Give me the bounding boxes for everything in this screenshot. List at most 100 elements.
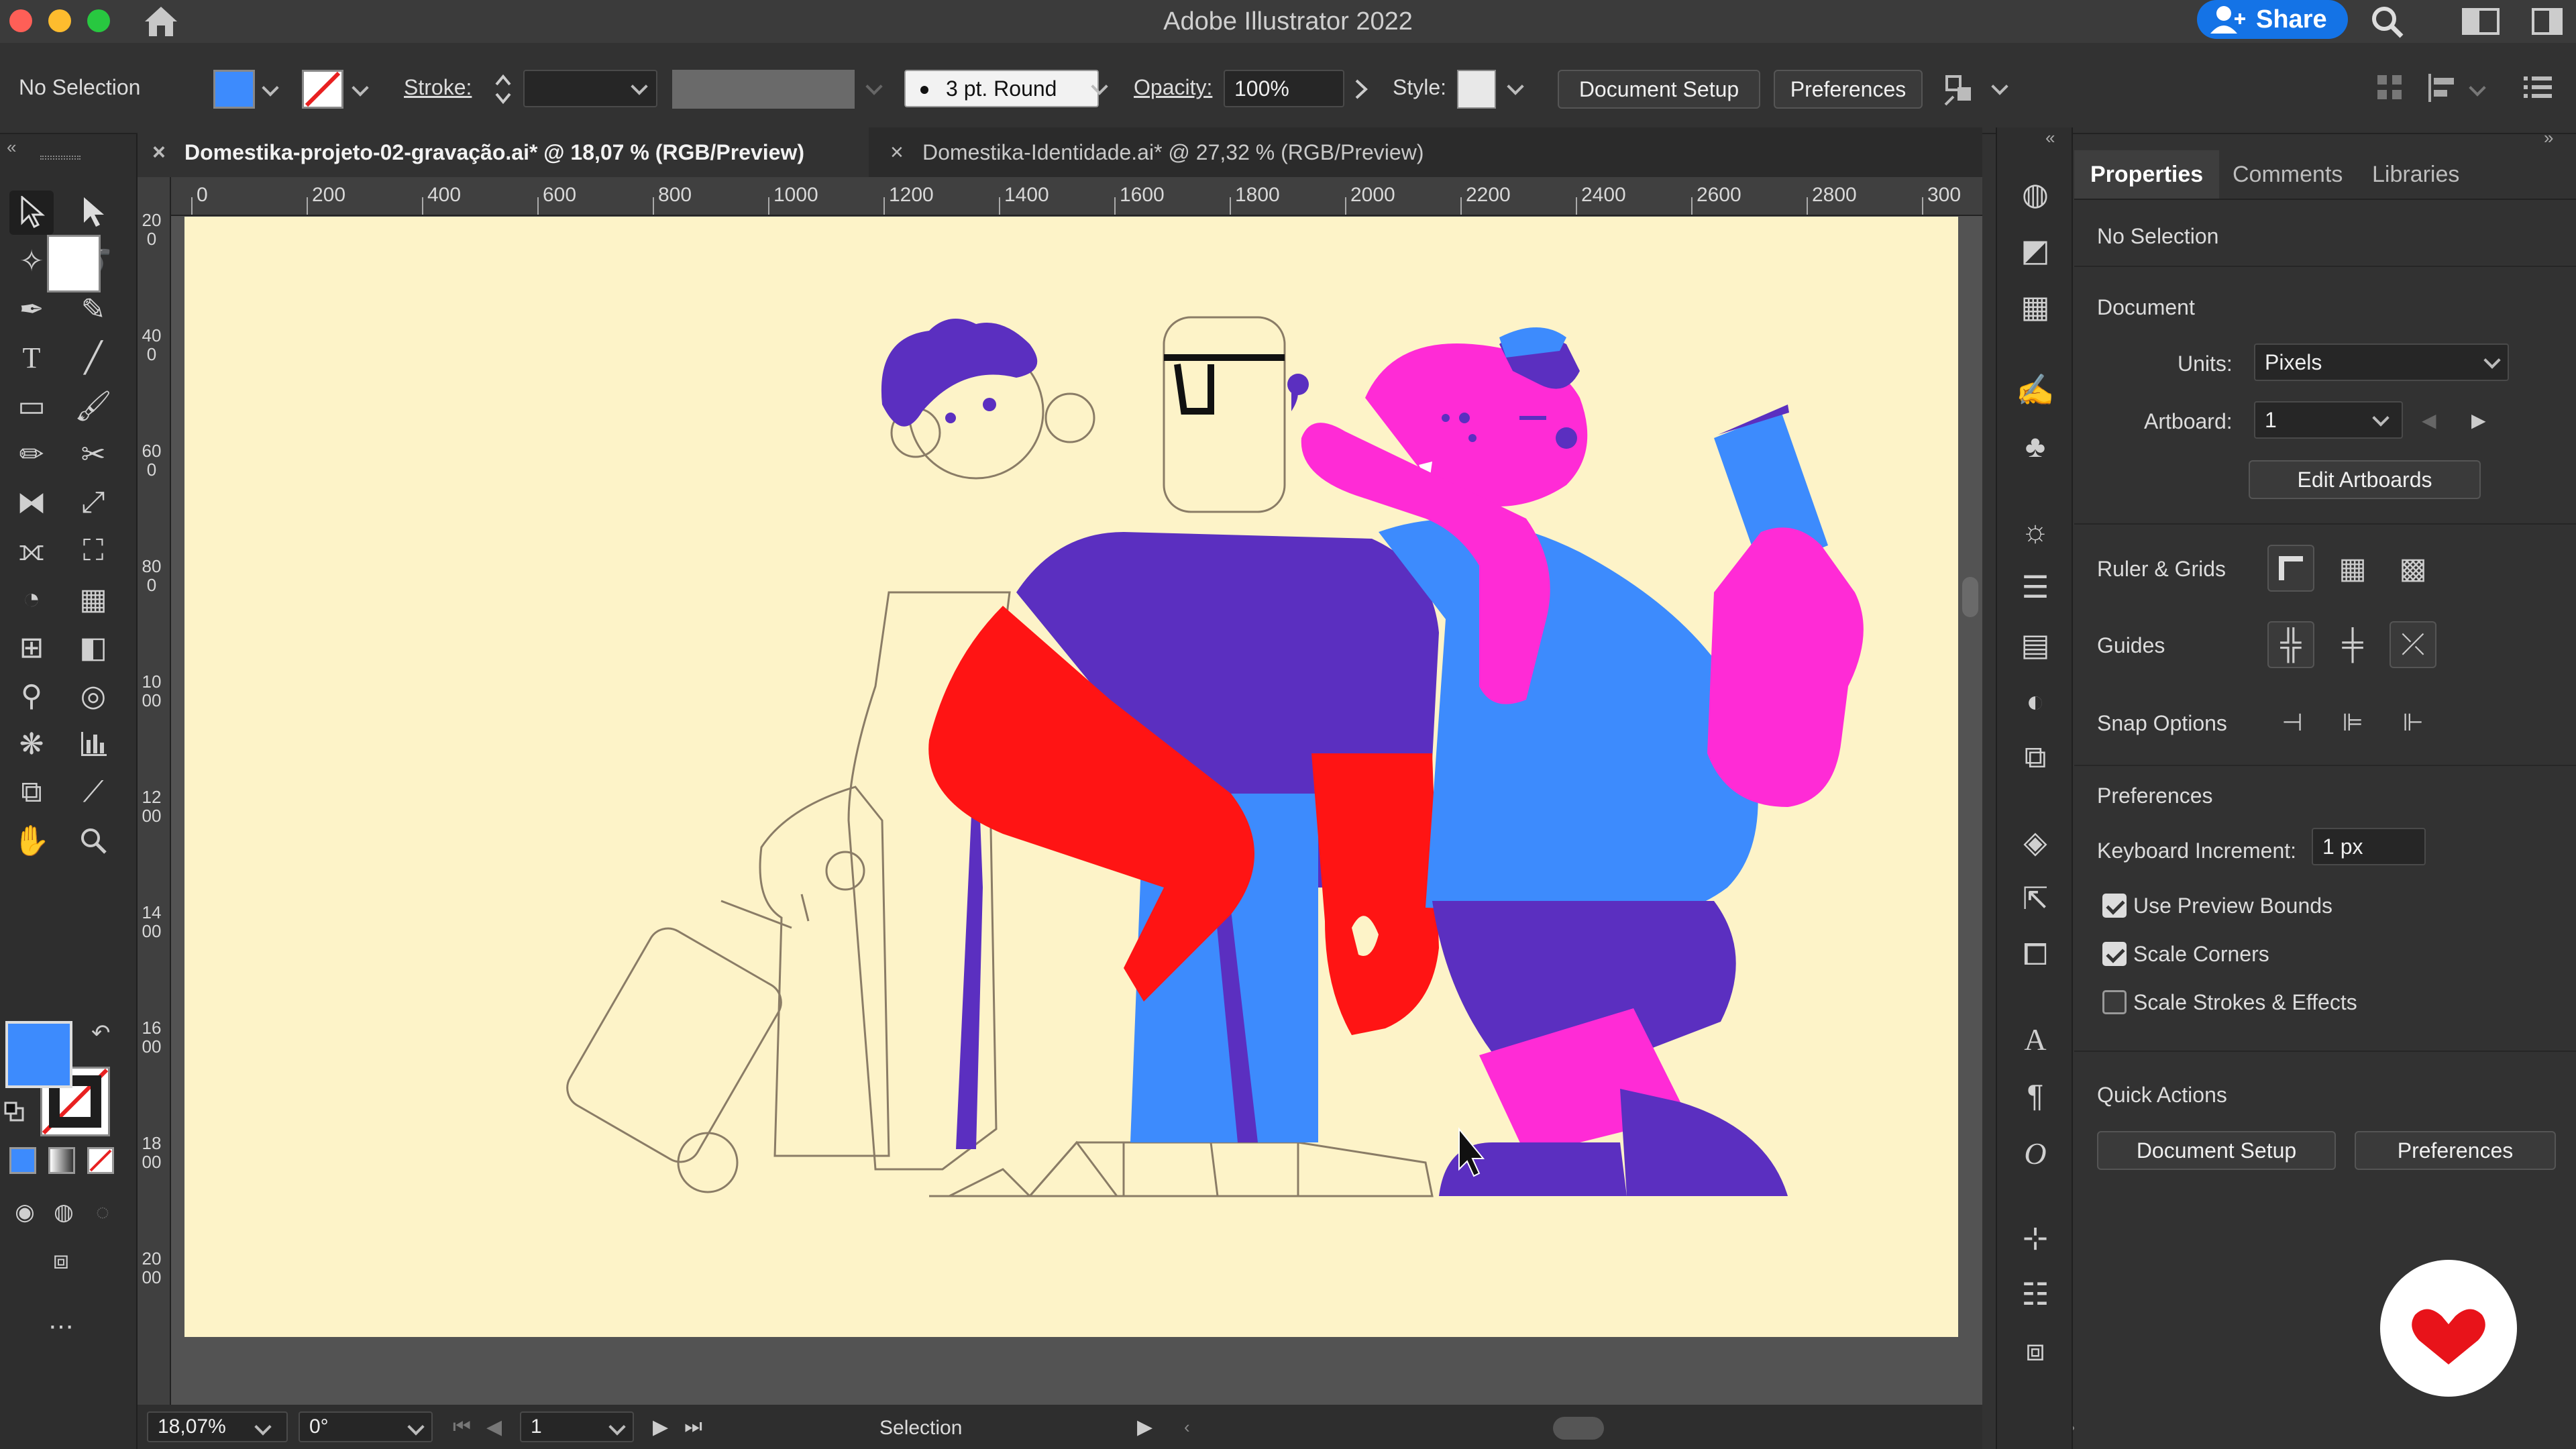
layers-icon[interactable]: ◈ [2010,818,2060,865]
next-artboard-panel-icon[interactable]: ▶ [2471,409,2486,431]
vertical-scrollbar[interactable] [1962,195,1978,1395]
illustration[interactable] [184,217,1958,1337]
previous-artboard-panel-icon[interactable]: ◀ [2422,409,2436,431]
brushes-icon[interactable]: ✍ [2010,366,2060,413]
none-mode-icon[interactable] [87,1147,114,1174]
preferences-button[interactable]: Preferences [1774,70,1923,109]
pathfinder-icon[interactable]: ⧈ [2010,1327,2060,1374]
transparency-grid-icon[interactable]: ▩ [2390,545,2436,592]
vertical-scroll-thumb[interactable] [1962,577,1978,617]
align-grid-icon[interactable] [2375,72,2406,103]
graphic-style-swatch[interactable] [1457,70,1496,109]
collapse-toolbar-icon[interactable]: « [7,137,16,158]
gradient-panel-icon[interactable]: ▤ [2010,621,2060,668]
scale-strokes-checkbox[interactable] [2102,990,2127,1014]
slice-tool-icon[interactable]: ⟋ [71,770,115,814]
transparency-icon[interactable]: ◐ [2010,678,2060,724]
transform-icon[interactable]: ⊹ [2010,1214,2060,1261]
export-icon[interactable]: ⇱ [2010,875,2060,922]
snap-to-glyph-icon[interactable]: ⊩ [2390,699,2436,746]
tab-libraries[interactable]: Libraries [2356,150,2475,199]
menu-icon[interactable] [2522,74,2553,101]
tab-domestika-identidade[interactable]: × Domestika-Identidade.ai* @ 27,32 % (RG… [875,127,1580,177]
selection-tool-icon[interactable] [9,191,54,235]
first-artboard-icon[interactable]: ⏮ [453,1415,471,1438]
variable-width-profile[interactable] [672,70,855,109]
lock-guides-icon[interactable]: ╪ [2329,621,2376,668]
line-segment-tool-icon[interactable]: ╱ [71,335,115,380]
scale-tool-icon[interactable]: ⤢ [71,480,115,525]
character-icon[interactable]: A [2010,1016,2060,1063]
perspective-grid-tool-icon[interactable]: ▦ [71,577,115,621]
stroke-weight-stepper[interactable] [491,68,515,110]
horizontal-ruler[interactable]: 0 200 400 600 800 1000 1200 1400 1600 1800 2000 220… [171,177,1982,216]
tab-properties[interactable]: Properties [2074,150,2220,199]
eyedropper-tool-icon[interactable]: ⚲ [9,674,54,718]
last-artboard-icon[interactable]: ⏭ [684,1415,702,1438]
opacity-field[interactable]: 100% [1224,70,1344,107]
document-setup-button[interactable]: Document Setup [1558,70,1760,109]
default-fill-stroke-icon[interactable] [4,1102,24,1122]
fill-color-swatch[interactable] [213,70,255,109]
shape-builder-tool-icon[interactable]: ◔ [9,577,54,621]
gradient-mode-icon[interactable] [48,1147,75,1174]
edit-artboards-button[interactable]: Edit Artboards [2249,460,2481,499]
smart-guides-icon[interactable]: ⤫ [2390,621,2436,668]
arrange-documents-icon[interactable] [1943,71,1980,107]
column-graph-tool-icon[interactable] [71,722,115,766]
stroke-color-swatch[interactable] [302,70,343,109]
grid-icon[interactable]: ▦ [2329,545,2376,592]
color-icon[interactable]: ◩ [2010,227,2060,274]
pencil-tool-icon[interactable]: ✏ [9,432,54,476]
blend-tool-icon[interactable]: ◎ [71,674,115,718]
style-dropdown-icon[interactable] [1507,78,1524,95]
rulers-icon[interactable] [2267,545,2314,592]
stroke-dropdown-icon[interactable] [352,79,369,97]
expand-dock-icon[interactable]: « [2045,127,2055,148]
align-left-icon[interactable] [2426,72,2459,103]
align-panel-icon[interactable]: ☷ [2010,1271,2060,1318]
previous-artboard-icon[interactable]: ◀ [486,1415,502,1439]
swatches-icon[interactable]: ▦ [2010,283,2060,330]
horizontal-scrollbar[interactable]: ‹ › [1177,1410,2090,1444]
draw-inside-icon[interactable]: ◌ [80,1190,125,1234]
horizontal-scroll-thumb[interactable] [1553,1417,1604,1440]
draw-behind-icon[interactable]: ◍ [42,1190,86,1234]
scissors-tool-icon[interactable]: ✂ [71,432,115,476]
hand-tool-icon[interactable]: ✋ [9,818,54,863]
paintbrush-tool-icon[interactable]: 🖌 [71,384,115,428]
fill-color-big-swatch[interactable] [5,1021,72,1088]
direct-selection-tool-icon[interactable] [71,191,115,235]
tab-comments[interactable]: Comments [2216,150,2359,199]
stroke-label[interactable]: Stroke: [404,75,472,100]
close-tab-icon[interactable]: × [152,127,166,177]
artboard-tool-icon[interactable]: ⧉ [9,770,54,814]
align-dropdown-icon[interactable] [2469,79,2486,97]
scroll-left-icon[interactable]: ‹ [1184,1417,1190,1438]
zoom-tool-icon[interactable] [71,818,115,863]
show-guides-icon[interactable]: ╬ [2267,621,2314,668]
artboards-icon[interactable]: ⧠ [2010,931,2060,978]
keyboard-increment-field[interactable]: 1 px [2312,828,2426,865]
symbols-icon[interactable]: ♣ [2010,423,2060,470]
quick-preferences-button[interactable]: Preferences [2355,1131,2556,1170]
stroke-panel-icon[interactable]: ☰ [2010,564,2060,610]
gradient-tool-icon[interactable]: ◧ [71,625,115,669]
fill-dropdown-icon[interactable] [262,79,279,97]
stroke-color-big-swatch[interactable] [47,235,101,292]
color-mode-icon[interactable] [9,1147,36,1174]
screen-mode-icon[interactable]: ⧈ [39,1238,83,1283]
share-button[interactable]: Share [2197,0,2348,39]
arrange-dropdown-icon[interactable] [1991,78,2008,95]
close-tab-icon[interactable]: × [890,127,904,177]
swap-fill-stroke-icon[interactable]: ↶ [91,1020,111,1046]
status-menu-arrow-icon[interactable]: ▶ [1137,1415,1152,1439]
color-guide-icon[interactable]: ◍ [2010,170,2060,217]
edit-toolbar-icon[interactable]: ⋯ [39,1304,83,1348]
mesh-tool-icon[interactable]: ⊞ [9,625,54,669]
curvature-tool-icon[interactable]: ✎ [71,287,115,331]
brush-definition-field[interactable]: 3 pt. Round [904,70,1099,107]
search-icon[interactable] [2368,4,2408,39]
reflect-tool-icon[interactable]: ⧓ [9,480,54,525]
snap-to-pixel-icon[interactable]: ⊫ [2329,699,2376,746]
